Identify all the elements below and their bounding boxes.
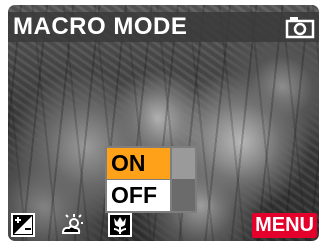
page-title: MACRO MODE — [13, 13, 188, 40]
camera-icon — [285, 17, 315, 39]
option-on[interactable]: ON — [107, 148, 170, 179]
macro-flower-icon[interactable] — [108, 213, 132, 237]
option-off[interactable]: OFF — [107, 180, 170, 211]
macro-option-menu: ON OFF — [105, 146, 197, 213]
exposure-compensation-icon[interactable] — [11, 213, 35, 237]
white-balance-icon[interactable] — [60, 213, 84, 237]
scrollbar-thumb[interactable] — [172, 148, 195, 179]
title-bar: MACRO MODE — [8, 12, 319, 42]
menu-button[interactable]: MENU — [252, 213, 317, 238]
camera-screen: MACRO MODE ON OFF MENU — [8, 5, 319, 241]
